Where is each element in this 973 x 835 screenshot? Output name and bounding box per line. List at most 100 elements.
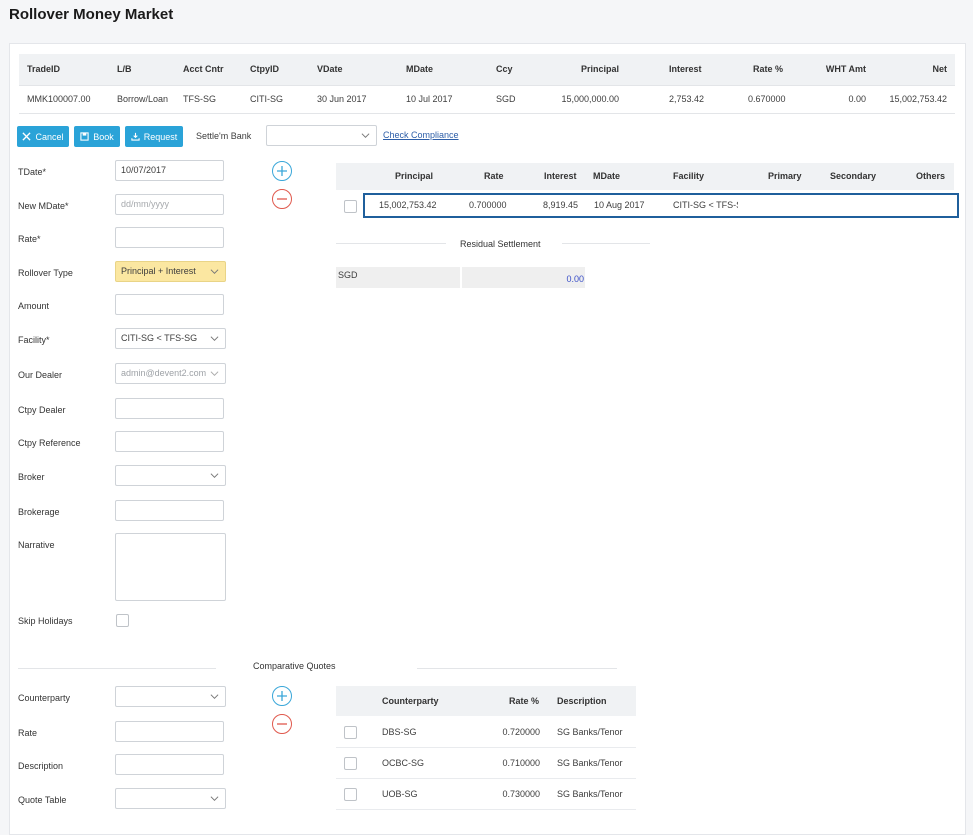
add-quote-button[interactable] <box>272 686 292 706</box>
quote-row-checkbox[interactable] <box>344 757 357 770</box>
broker-select[interactable] <box>115 465 226 486</box>
rollover-header-facility: Facility <box>673 171 705 181</box>
chevron-down-icon <box>210 796 219 802</box>
summary-table-header: TradeID L/B Acct Cntr CtpyID VDate MDate… <box>19 54 955 86</box>
residual-settlement-title: Residual Settlement <box>460 239 541 249</box>
chevron-down-icon <box>361 133 370 139</box>
summary-header-rate: Rate % <box>752 64 783 74</box>
divider <box>336 243 446 244</box>
divider <box>562 243 650 244</box>
facility-select[interactable]: CITI-SG < TFS-SG <box>115 328 226 349</box>
brokerage-label: Brokerage <box>18 507 60 517</box>
quote-table-select[interactable] <box>115 788 226 809</box>
quote-description: SG Banks/Tenor <box>557 789 623 799</box>
narrative-textarea[interactable] <box>115 533 226 601</box>
summary-header-tradeid: TradeID <box>27 64 61 74</box>
counterparty-label: Counterparty <box>18 693 71 703</box>
rollover-header-secondary: Secondary <box>830 171 877 181</box>
summary-vdate: 30 Jun 2017 <box>317 94 367 104</box>
summary-header-acct-cntr: Acct Cntr <box>183 64 224 74</box>
quote-rate-input[interactable] <box>115 721 224 742</box>
remove-rollover-button[interactable] <box>272 189 292 209</box>
ctpy-reference-input[interactable] <box>115 431 224 452</box>
summary-rate: 0.670000 <box>748 94 786 104</box>
chevron-down-icon <box>210 694 219 700</box>
quote-row[interactable]: UOB-SG 0.730000 SG Banks/Tenor <box>336 779 636 810</box>
summary-header-lb: L/B <box>117 64 132 74</box>
page-title: Rollover Money Market <box>9 6 174 23</box>
summary-lb: Borrow/Loan <box>117 94 169 104</box>
summary-header-wht-amt: WHT Amt <box>825 64 866 74</box>
rollover-interest: 8,919.45 <box>543 200 579 210</box>
save-icon <box>80 132 89 141</box>
quote-row-checkbox[interactable] <box>344 726 357 739</box>
amount-label: Amount <box>18 301 50 311</box>
rollover-row-checkbox[interactable] <box>344 200 357 213</box>
quote-row-checkbox[interactable] <box>344 788 357 801</box>
rollover-header-principal: Principal <box>395 171 434 181</box>
tdate-input[interactable]: 10/07/2017 <box>115 160 224 181</box>
quote-description-input[interactable] <box>115 754 224 775</box>
quote-rate: 0.730000 <box>502 789 540 799</box>
divider <box>18 668 216 669</box>
minus-icon <box>277 198 287 200</box>
quote-rate-label: Rate <box>18 728 38 738</box>
counterparty-select[interactable] <box>115 686 226 707</box>
rollover-type-select[interactable]: Principal + Interest <box>115 261 226 282</box>
residual-ccy-cell: SGD <box>336 267 460 288</box>
remove-quote-button[interactable] <box>272 714 292 734</box>
rollover-principal: 15,002,753.42 <box>379 200 437 210</box>
ctpy-dealer-label: Ctpy Dealer <box>18 405 66 415</box>
brokerage-input[interactable] <box>115 500 224 521</box>
amount-input[interactable] <box>115 294 224 315</box>
chevron-down-icon <box>210 473 219 479</box>
rollover-table-row[interactable]: 15,002,753.42 0.700000 8,919.45 10 Aug 2… <box>363 193 959 218</box>
our-dealer-label: Our Dealer <box>18 370 63 380</box>
divider <box>417 668 617 669</box>
chevron-down-icon <box>210 336 219 342</box>
request-button[interactable]: Request <box>125 126 183 147</box>
book-button-label: Book <box>93 131 114 142</box>
rate-input[interactable] <box>115 227 224 248</box>
residual-ccy: SGD <box>338 270 358 280</box>
broker-label: Broker <box>18 472 45 482</box>
quote-table-label: Quote Table <box>18 795 67 805</box>
quote-description-label: Description <box>18 761 64 771</box>
our-dealer-select[interactable]: admin@devent2.com <box>115 363 226 384</box>
quote-row[interactable]: OCBC-SG 0.710000 SG Banks/Tenor <box>336 748 636 779</box>
new-mdate-input[interactable]: dd/mm/yyyy <box>115 194 224 215</box>
summary-header-interest: Interest <box>669 64 702 74</box>
cancel-button[interactable]: Cancel <box>17 126 69 147</box>
quote-counterparty: DBS-SG <box>382 727 417 737</box>
rollover-facility: CITI-SG < TFS-SC <box>673 200 738 210</box>
new-mdate-label: New MDate* <box>18 201 69 211</box>
quote-counterparty: OCBC-SG <box>382 758 425 768</box>
quote-row[interactable]: DBS-SG 0.720000 SG Banks/Tenor <box>336 717 636 748</box>
rollover-header-rate: Rate <box>484 171 504 181</box>
quote-description: SG Banks/Tenor <box>557 727 623 737</box>
minus-icon <box>277 723 287 725</box>
summary-header-net: Net <box>932 64 947 74</box>
summary-interest: 2,753.42 <box>669 94 705 104</box>
summary-header-vdate: VDate <box>317 64 343 74</box>
chevron-down-icon <box>210 371 219 377</box>
ctpy-reference-label: Ctpy Reference <box>18 438 81 448</box>
summary-ctpyid: CITI-SG <box>250 94 283 104</box>
book-button[interactable]: Book <box>74 126 120 147</box>
plus-icon <box>277 166 287 176</box>
comparative-quotes-title: Comparative Quotes <box>253 661 336 671</box>
settle-bank-select[interactable] <box>266 125 377 146</box>
quote-rate: 0.720000 <box>502 727 540 737</box>
rollover-header-others: Others <box>915 171 945 181</box>
settle-bank-label: Settle'm Bank <box>196 131 252 141</box>
add-rollover-button[interactable] <box>272 161 292 181</box>
summary-ccy: SGD <box>496 94 516 104</box>
ctpy-dealer-input[interactable] <box>115 398 224 419</box>
rollover-header-mdate: MDate <box>593 171 621 181</box>
request-button-label: Request <box>143 131 178 142</box>
summary-table-row: MMK100007.00 Borrow/Loan TFS-SG CITI-SG … <box>19 86 955 114</box>
check-compliance-link[interactable]: Check Compliance <box>383 130 459 140</box>
summary-net: 15,002,753.42 <box>889 94 947 104</box>
skip-holidays-checkbox[interactable] <box>116 614 129 627</box>
narrative-label: Narrative <box>18 540 55 550</box>
